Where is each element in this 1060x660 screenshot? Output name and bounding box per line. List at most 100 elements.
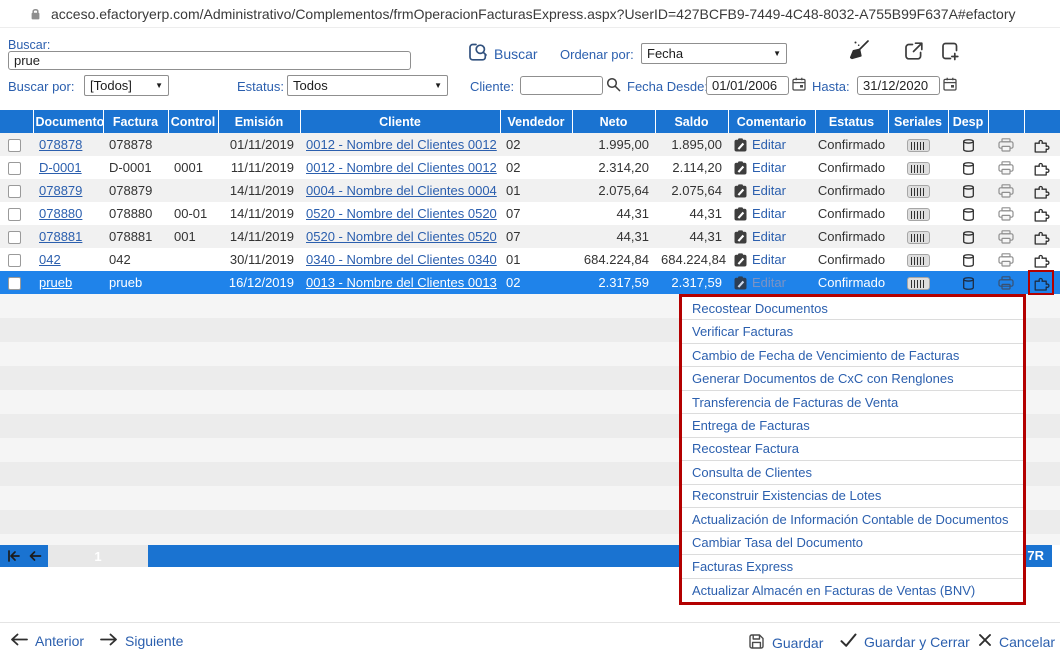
cliente-link[interactable]: 0012 - Nombre del Clientes 0012 [306,137,497,152]
cliente-search-icon[interactable] [606,77,621,92]
menu-item[interactable]: Actualización de Información Contable de… [682,508,1023,531]
menu-item[interactable]: Consulta de Clientes [682,461,1023,484]
complementos-puzzle-icon[interactable] [1034,160,1051,176]
cliente-link[interactable]: 0520 - Nombre del Clientes 0520 [306,229,497,244]
editar-link[interactable]: Editar [752,229,786,244]
clean-broom-button[interactable] [846,36,872,62]
row-checkbox[interactable] [8,231,21,244]
cliente-link[interactable]: 0340 - Nombre del Clientes 0340 [306,252,497,267]
cliente-link[interactable]: 0013 - Nombre del Clientes 0013 [306,275,497,290]
cliente-link[interactable]: 0520 - Nombre del Clientes 0520 [306,206,497,221]
print-icon[interactable] [998,230,1014,244]
menu-item[interactable]: Recostear Documentos [682,297,1023,320]
header-saldo[interactable]: Saldo [655,110,728,133]
menu-item[interactable]: Transferencia de Facturas de Venta [682,391,1023,414]
menu-item[interactable]: Cambiar Tasa del Documento [682,532,1023,555]
dispatch-cylinder-icon[interactable] [962,253,975,268]
calendar-icon[interactable] [792,77,806,91]
editar-link[interactable]: Editar [752,252,786,267]
first-page-button[interactable] [6,550,20,562]
header-emision[interactable]: Emisión [218,110,300,133]
dispatch-cylinder-icon[interactable] [962,184,975,199]
editar-link[interactable]: Editar [752,160,786,175]
new-document-button[interactable] [938,39,962,63]
table-row-selected[interactable]: prueb prueb 16/12/2019 0013 - Nombre del… [0,271,1060,294]
header-control[interactable]: Control [168,110,218,133]
ordenar-por-select[interactable]: Fecha ▼ [641,43,787,64]
cliente-link[interactable]: 0004 - Nombre del Clientes 0004 [306,183,497,198]
header-estatus[interactable]: Estatus [815,110,888,133]
page-number[interactable]: 1 [48,545,148,567]
table-row[interactable]: D-0001 D-0001 0001 11/11/2019 0012 - Nom… [0,156,1060,179]
documento-link[interactable]: prueb [39,275,72,290]
dispatch-cylinder-icon[interactable] [962,207,975,222]
complementos-puzzle-icon[interactable] [1034,252,1051,268]
buscar-button[interactable]: Buscar [468,42,538,65]
header-neto[interactable]: Neto [572,110,655,133]
header-desp[interactable]: Desp [948,110,988,133]
row-checkbox[interactable] [8,139,21,152]
menu-item[interactable]: Cambio de Fecha de Vencimiento de Factur… [682,344,1023,367]
header-comentario[interactable]: Comentario [728,110,815,133]
buscar-por-select[interactable]: [Todos] ▼ [84,75,169,96]
print-icon[interactable] [998,276,1014,290]
estatus-select[interactable]: Todos ▼ [287,75,448,96]
menu-item[interactable]: Verificar Facturas [682,320,1023,343]
header-cliente[interactable]: Cliente [300,110,500,133]
barcode-icon[interactable] [907,162,930,175]
print-icon[interactable] [998,138,1014,152]
menu-item[interactable]: Entrega de Facturas [682,414,1023,437]
guardar-y-cerrar-button[interactable]: Guardar y Cerrar [840,633,970,650]
siguiente-button[interactable]: Siguiente [100,633,183,649]
print-icon[interactable] [998,184,1014,198]
fecha-desde-input[interactable] [706,76,789,95]
menu-item[interactable]: Facturas Express [682,555,1023,578]
row-checkbox[interactable] [8,254,21,267]
search-input[interactable] [8,51,411,70]
editar-link[interactable]: Editar [752,275,786,290]
page-url[interactable]: acceso.efactoryerp.com/Administrativo/Co… [51,6,1016,22]
menu-item[interactable]: Generar Documentos de CxC con Renglones [682,367,1023,390]
table-row[interactable]: 042 042 30/11/2019 0340 - Nombre del Cli… [0,248,1060,271]
barcode-icon[interactable] [907,231,930,244]
open-external-button[interactable] [902,39,926,63]
table-row[interactable]: 078881 078881 001 14/11/2019 0520 - Nomb… [0,225,1060,248]
print-icon[interactable] [998,161,1014,175]
complementos-puzzle-icon[interactable] [1034,137,1051,153]
dispatch-cylinder-icon[interactable] [962,230,975,245]
print-icon[interactable] [998,207,1014,221]
table-row[interactable]: 078880 078880 00-01 14/11/2019 0520 - No… [0,202,1060,225]
editar-link[interactable]: Editar [752,206,786,221]
cliente-input[interactable] [520,76,603,95]
barcode-icon[interactable] [907,277,930,290]
editar-link[interactable]: Editar [752,137,786,152]
dispatch-cylinder-icon[interactable] [962,276,975,291]
guardar-button[interactable]: Guardar [748,633,823,653]
complementos-puzzle-icon[interactable] [1034,275,1051,291]
documento-link[interactable]: 078881 [39,229,82,244]
browser-address-bar[interactable]: acceso.efactoryerp.com/Administrativo/Co… [0,0,1060,28]
header-seriales[interactable]: Seriales [888,110,948,133]
documento-link[interactable]: 078880 [39,206,82,221]
documento-link[interactable]: 078879 [39,183,82,198]
documento-link[interactable]: 042 [39,252,61,267]
previous-page-button[interactable] [28,550,42,562]
dispatch-cylinder-icon[interactable] [962,138,975,153]
documento-link[interactable]: D-0001 [39,160,82,175]
complementos-puzzle-icon[interactable] [1034,229,1051,245]
header-vendedor[interactable]: Vendedor [500,110,572,133]
row-checkbox[interactable] [8,208,21,221]
barcode-icon[interactable] [907,254,930,267]
row-checkbox[interactable] [8,185,21,198]
dispatch-cylinder-icon[interactable] [962,161,975,176]
complementos-puzzle-icon[interactable] [1034,183,1051,199]
table-row[interactable]: 078879 078879 14/11/2019 0004 - Nombre d… [0,179,1060,202]
anterior-button[interactable]: Anterior [10,633,84,649]
table-row[interactable]: 078878 078878 01/11/2019 0012 - Nombre d… [0,133,1060,156]
barcode-icon[interactable] [907,185,930,198]
row-checkbox[interactable] [8,162,21,175]
calendar-icon[interactable] [943,77,957,91]
menu-item[interactable]: Reconstruir Existencias de Lotes [682,485,1023,508]
barcode-icon[interactable] [907,139,930,152]
cancelar-button[interactable]: Cancelar [978,633,1055,650]
